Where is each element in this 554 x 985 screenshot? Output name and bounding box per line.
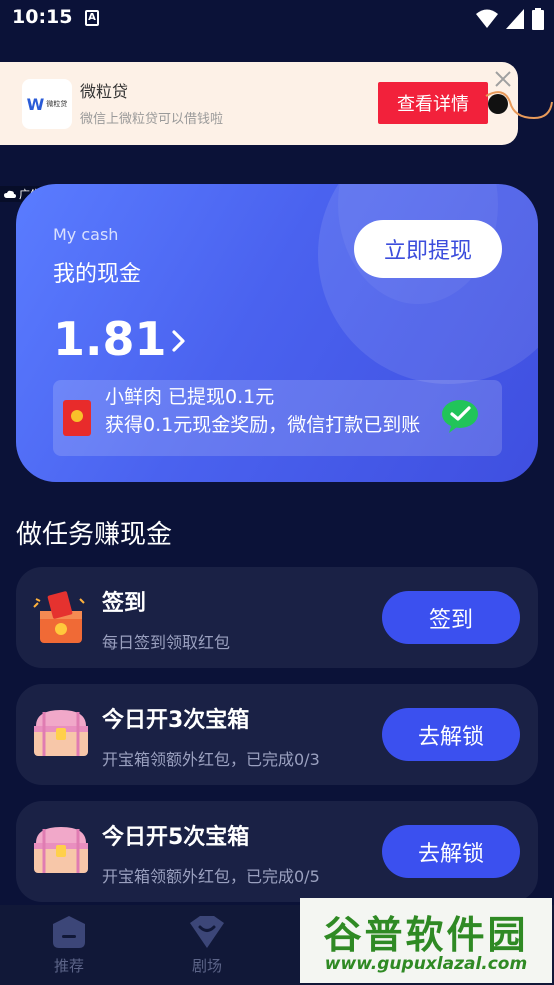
cash-card: My cash 我的现金 立即提现 1.81 小鲜肉 已提现0.1元 获得0.1… [16,184,538,482]
watermark-title: 谷普软件园 [323,913,529,957]
task-title: 今日开3次宝箱 [102,708,250,733]
ad-title: 微粒贷 [80,82,129,101]
status-time: 10:15 [12,6,73,28]
watermark: 谷普软件园 www.gupuxlazal.com [300,898,552,983]
ad-logo-text: 微粒贷 [46,100,68,108]
status-bar: 10:15 A [0,0,554,38]
nav-item-recommend[interactable]: 推荐 [29,915,109,976]
theater-icon [190,916,224,948]
treasure-chest-icon [34,827,88,873]
ad-view-details-button[interactable]: 查看详情 [378,82,488,124]
task-desc: 每日签到领取红包 [102,633,231,652]
chevron-right-icon[interactable] [169,328,189,354]
tasks-section-title: 做任务赚现金 [16,520,173,550]
notice-text: 小鲜肉 已提现0.1元 获得0.1元现金奖励，微信打款已到账 [105,383,435,439]
red-envelope-icon [63,400,91,436]
ad-banner[interactable]: W 微粒贷 微粒贷 微信上微粒贷可以借钱啦 查看详情 广告 [0,62,518,202]
ad-description: 微信上微粒贷可以借钱啦 [80,112,224,127]
nav-item-theater[interactable]: 剧场 [167,915,247,976]
withdraw-notice: 小鲜肉 已提现0.1元 获得0.1元现金奖励，微信打款已到账 [53,380,502,456]
withdraw-button[interactable]: 立即提现 [354,220,502,278]
recommend-icon [53,916,85,948]
treasure-chest-icon [34,710,88,756]
task-desc: 开宝箱领额外红包，已完成0/5 [102,867,320,886]
nav-label: 推荐 [53,957,84,975]
task-card-open-chest-3: 今日开3次宝箱 开宝箱领额外红包，已完成0/3 去解锁 [16,684,538,785]
task-title: 今日开5次宝箱 [102,825,250,850]
task-card-checkin: 签到 每日签到领取红包 签到 [16,567,538,668]
ad-decor-curl-icon [485,91,553,120]
ad-logo-letter: W [26,94,45,114]
watermark-url: www.gupuxlazal.com [324,954,528,974]
cash-amount[interactable]: 1.81 [53,312,167,366]
gift-box-icon [33,591,85,643]
cloud-icon [4,190,16,198]
unlock-button[interactable]: 去解锁 [382,825,520,878]
notification-a-icon: A [85,10,99,26]
nav-label: 剧场 [191,957,222,975]
wechat-icon [442,400,478,433]
unlock-button[interactable]: 去解锁 [382,708,520,761]
notice-line-1: 小鲜肉 已提现0.1元 [105,386,275,408]
task-card-open-chest-5: 今日开5次宝箱 开宝箱领额外红包，已完成0/5 去解锁 [16,801,538,902]
signal-icon [506,9,524,29]
ad-close-icon[interactable] [494,70,512,88]
checkin-button[interactable]: 签到 [382,591,520,644]
ad-logo: W 微粒贷 [22,79,72,129]
task-title: 签到 [102,591,147,616]
screen: 10:15 A W 微粒贷 微粒贷 微信上微粒贷可以借钱啦 查看详情 My ca… [0,0,554,985]
cash-label-en: My cash [53,225,119,244]
task-desc: 开宝箱领额外红包，已完成0/3 [102,750,320,769]
status-icons [476,8,544,30]
wifi-icon [476,9,498,28]
notice-line-2: 获得0.1元现金奖励，微信打款已到账 [105,414,421,436]
cash-label-cn: 我的现金 [53,262,142,287]
battery-icon [532,8,544,30]
